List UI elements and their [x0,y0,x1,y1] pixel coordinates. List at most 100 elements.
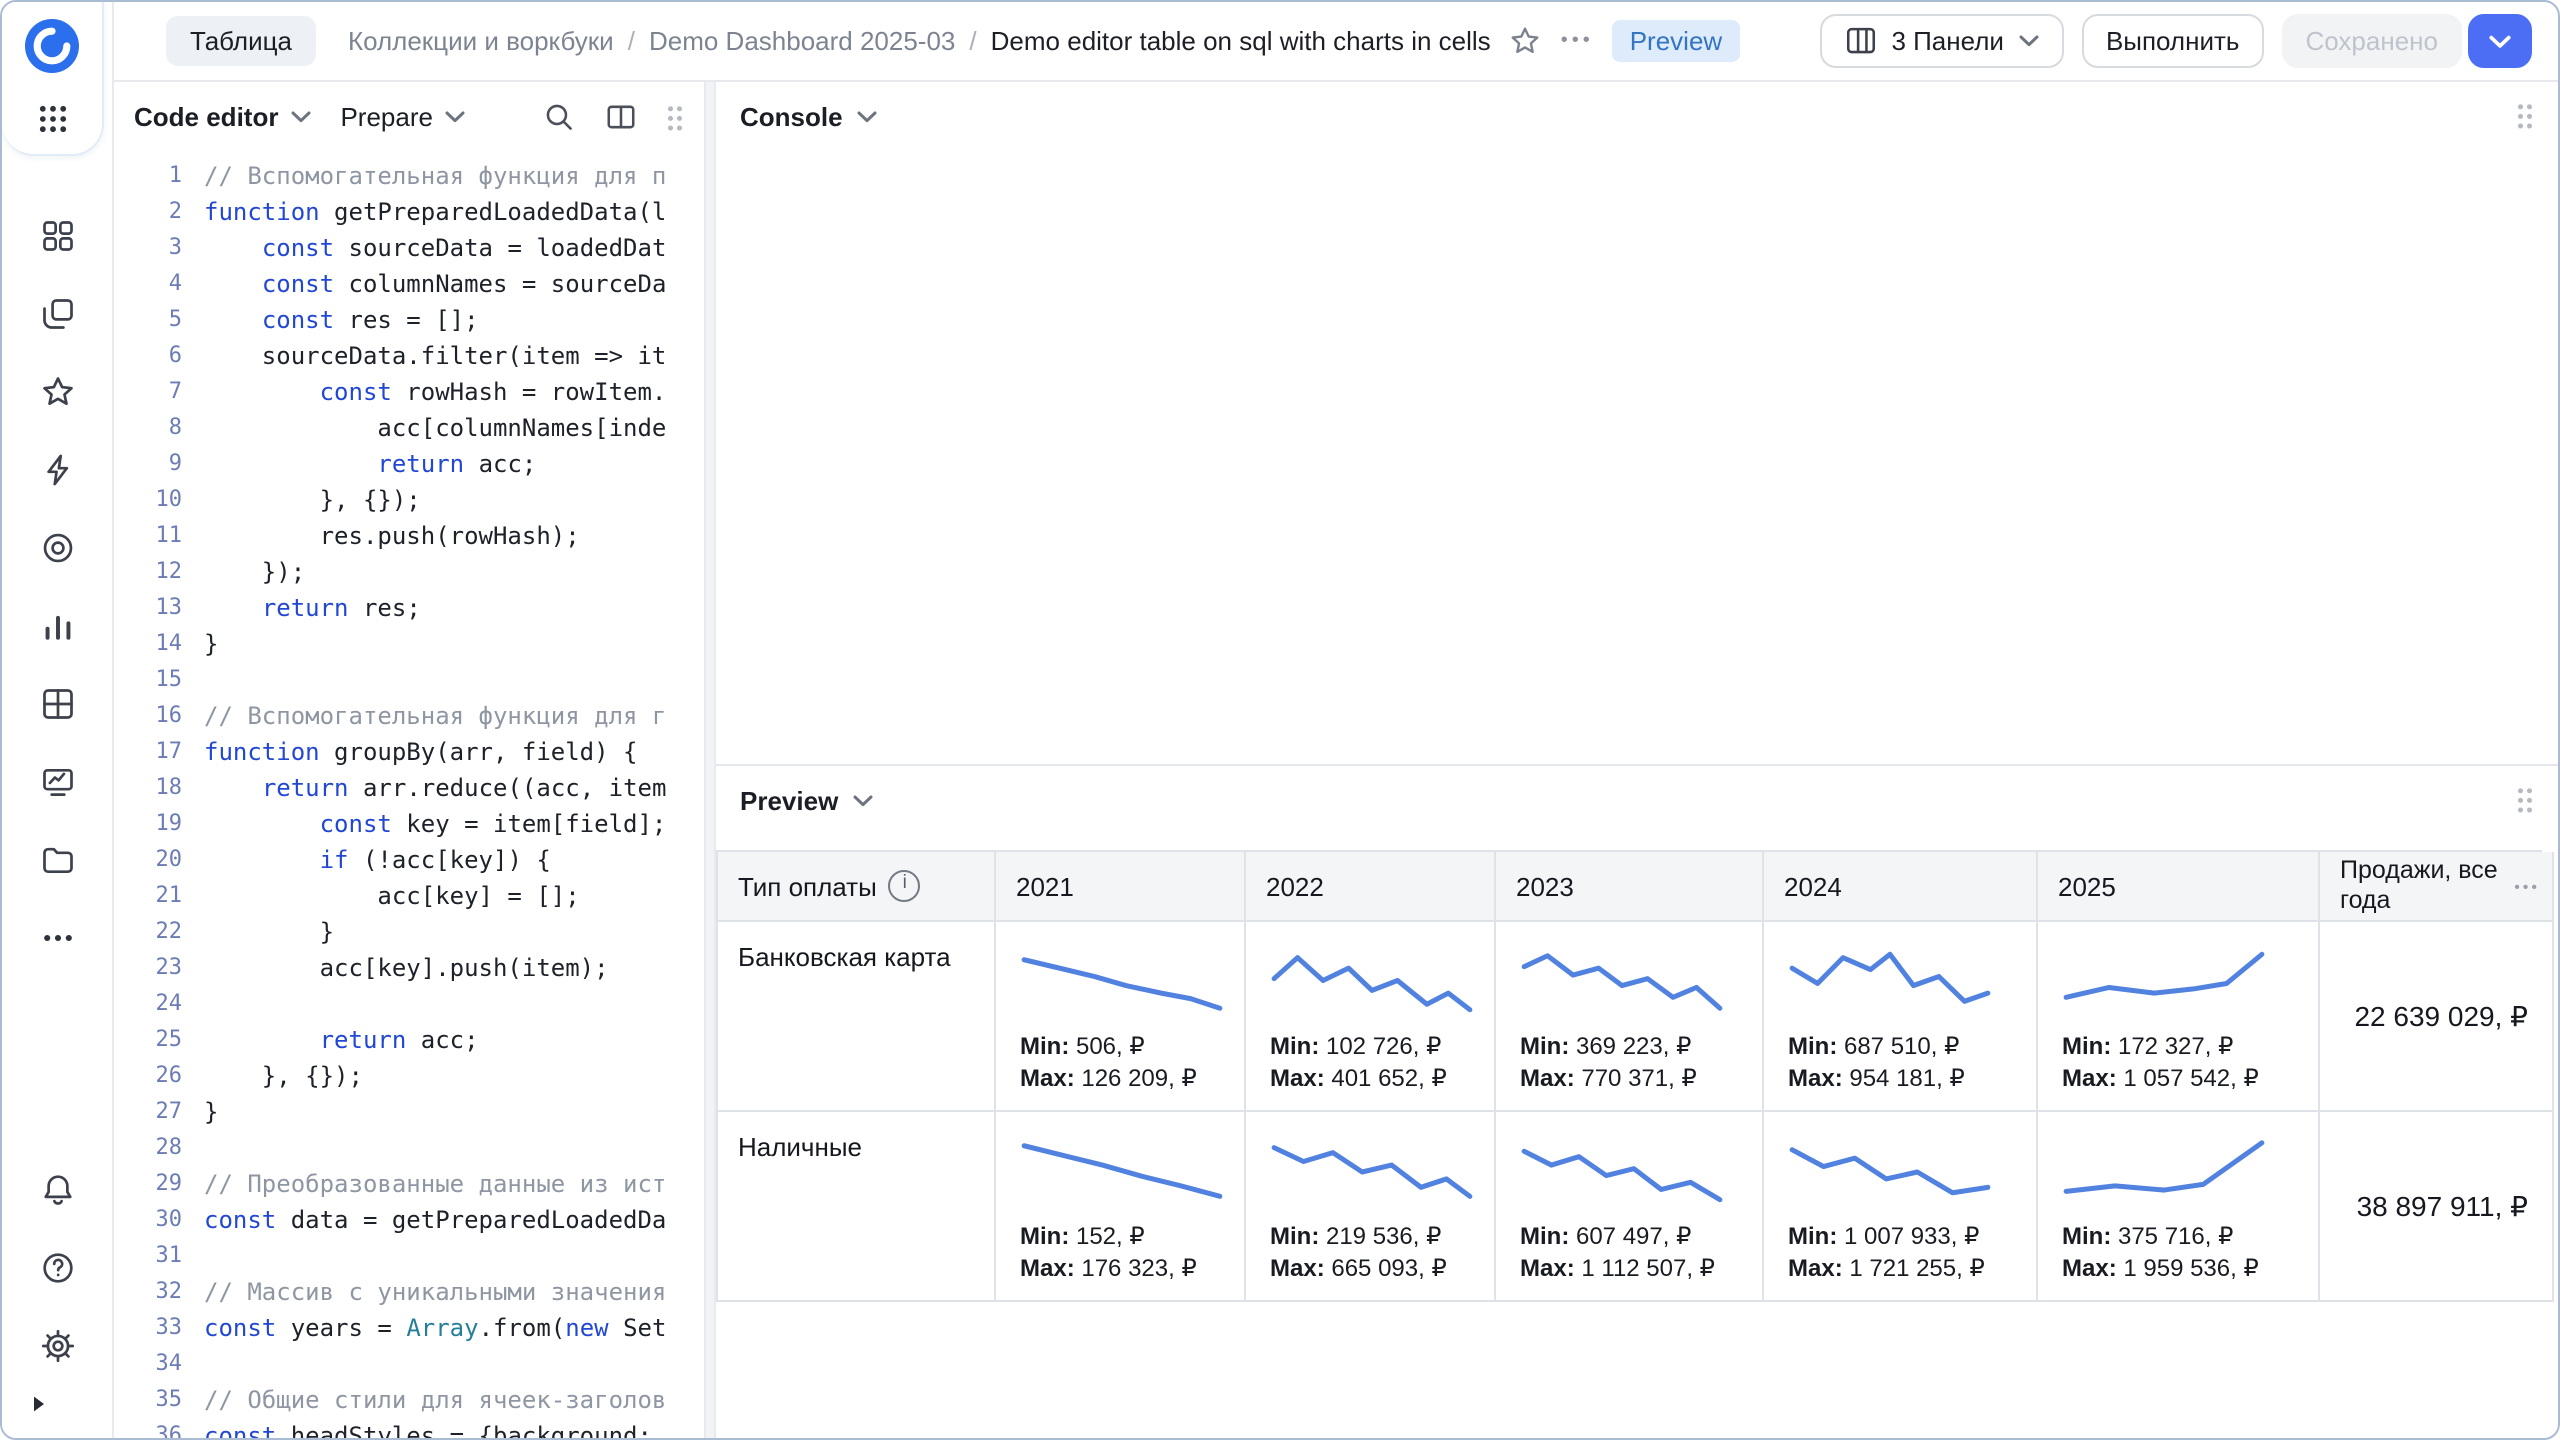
connections-bolt-icon[interactable] [39,452,75,488]
code-line[interactable]: 5 const res = []; [114,302,704,338]
preview-title: Preview [740,785,838,815]
min-value: Min: 1 007 933, ₽ [1788,1220,2016,1252]
code-line[interactable]: 27} [114,1094,704,1130]
save-dropdown-button[interactable] [2468,14,2532,68]
editor-tab-selector[interactable]: Prepare [340,102,467,132]
more-icon[interactable] [39,920,75,956]
settings-gear-icon[interactable] [39,1328,75,1364]
sparkline-cell: Min: 687 510, ₽Max: 954 181, ₽ [1764,922,2038,1112]
code-line[interactable]: 2function getPreparedLoadedData(l [114,194,704,230]
min-value: Min: 152, ₽ [1020,1220,1224,1252]
code-line[interactable]: 7 const rowHash = rowItem. [114,374,704,410]
datalens-logo[interactable] [20,14,84,78]
code-lines[interactable]: 1// Вспомогательная функция для п2functi… [114,152,704,1438]
datasets-rings-icon[interactable] [39,530,75,566]
code-line[interactable]: 13 return res; [114,590,704,626]
code-line[interactable]: 29// Преобразованные данные из ист [114,1166,704,1202]
line-number: 16 [114,698,204,734]
preview-collapse-chevron[interactable] [852,793,874,807]
widgets-grid-icon[interactable] [39,218,75,254]
code-line[interactable]: 15 [114,662,704,698]
sparkline-cell: Min: 172 327, ₽Max: 1 057 542, ₽ [2038,922,2320,1112]
sparkline-chart [2062,940,2266,1024]
code-line[interactable]: 10 }, {}); [114,482,704,518]
vertical-splitter[interactable] [704,82,716,1438]
code-line[interactable]: 35// Общие стили для ячеек-заголов [114,1382,704,1418]
max-value: Max: 1 057 542, ₽ [2062,1062,2298,1094]
line-number: 21 [114,878,204,914]
code-line[interactable]: 33const years = Array.from(new Set [114,1310,704,1346]
sparkline-chart [1788,940,1992,1024]
code-line[interactable]: 22 } [114,914,704,950]
console-collapse-chevron[interactable] [857,109,879,123]
code-line[interactable]: 9 return acc; [114,446,704,482]
editor-monitor-icon[interactable] [39,764,75,800]
search-icon[interactable] [542,100,576,134]
sparkline-chart [1270,1130,1474,1214]
collections-stack-icon[interactable] [39,296,75,332]
code-line[interactable]: 4 const columnNames = sourceDa [114,266,704,302]
expand-sidebar-icon[interactable] [2,1364,48,1438]
editor-pane-selector[interactable]: Code editor [134,102,312,132]
entry-tab[interactable]: Таблица [166,16,316,66]
min-value: Min: 102 726, ₽ [1270,1030,1474,1062]
column-menu-icon[interactable]: ••• [2514,872,2540,902]
code-line[interactable]: 1// Вспомогательная функция для п [114,158,704,194]
breadcrumb-item: Demo editor table on sql with charts in … [991,26,1491,56]
code-line[interactable]: 3 const sourceData = loadedDat [114,230,704,266]
favorite-star-icon[interactable] [1509,24,1543,58]
run-button[interactable]: Выполнить [2082,14,2264,68]
info-icon[interactable]: i [889,870,921,902]
code-line[interactable]: 14} [114,626,704,662]
line-number: 33 [114,1310,204,1346]
code-line[interactable]: 12 }); [114,554,704,590]
breadcrumb-item[interactable]: Коллекции и воркбуки [348,26,614,56]
code-line[interactable]: 6 sourceData.filter(item => it [114,338,704,374]
drag-handle-icon[interactable] [2516,786,2534,814]
min-value: Min: 506, ₽ [1020,1030,1224,1062]
code-line[interactable]: 24 [114,986,704,1022]
code-line[interactable]: 18 return arr.reduce((acc, item [114,770,704,806]
favorites-star-icon[interactable] [39,374,75,410]
code-line[interactable]: 34 [114,1346,704,1382]
more-actions-icon[interactable]: ••• [1561,30,1594,52]
code-line[interactable]: 20 if (!acc[key]) { [114,842,704,878]
split-view-icon[interactable] [604,100,638,134]
line-number: 4 [114,266,204,302]
drag-handle-icon[interactable] [666,103,684,131]
line-number: 35 [114,1382,204,1418]
column-header-payment-type: Тип оплатыi [718,852,996,922]
column-header-year: 2022 [1246,852,1496,922]
sparkline-chart [1020,1130,1224,1214]
row-label: Наличные [718,1112,996,1302]
min-value: Min: 687 510, ₽ [1788,1030,2016,1062]
saved-button[interactable]: Сохранено [2281,14,2462,68]
code-line[interactable]: 17function groupBy(arr, field) { [114,734,704,770]
code-line[interactable]: 28 [114,1130,704,1166]
code-line[interactable]: 36const headStyles = {background: [114,1418,704,1438]
dashboards-grid-icon[interactable] [39,686,75,722]
code-line[interactable]: 31 [114,1238,704,1274]
code-line[interactable]: 11 res.push(rowHash); [114,518,704,554]
line-number: 13 [114,590,204,626]
storage-folder-icon[interactable] [39,842,75,878]
code-line[interactable]: 21 acc[key] = []; [114,878,704,914]
help-icon[interactable] [39,1250,75,1286]
apps-grid-icon[interactable] [34,100,70,136]
code-line[interactable]: 16// Вспомогательная функция для г [114,698,704,734]
code-line[interactable]: 25 return acc; [114,1022,704,1058]
code-line[interactable]: 30const data = getPreparedLoadedDa [114,1202,704,1238]
code-line[interactable]: 19 const key = item[field]; [114,806,704,842]
code-line[interactable]: 8 acc[columnNames[inde [114,410,704,446]
line-number: 30 [114,1202,204,1238]
code-line[interactable]: 23 acc[key].push(item); [114,950,704,986]
notifications-bell-icon[interactable] [39,1172,75,1208]
charts-bars-icon[interactable] [39,608,75,644]
drag-handle-icon[interactable] [2516,102,2534,130]
breadcrumb-item[interactable]: Demo Dashboard 2025-03 [649,26,955,56]
app-window: Таблица Коллекции и воркбуки/Demo Dashbo… [0,0,2560,1440]
code-line[interactable]: 32// Массив с уникальными значения [114,1274,704,1310]
code-line[interactable]: 26 }, {}); [114,1058,704,1094]
panels-dropdown[interactable]: 3 Панели [1819,14,2064,68]
line-number: 18 [114,770,204,806]
